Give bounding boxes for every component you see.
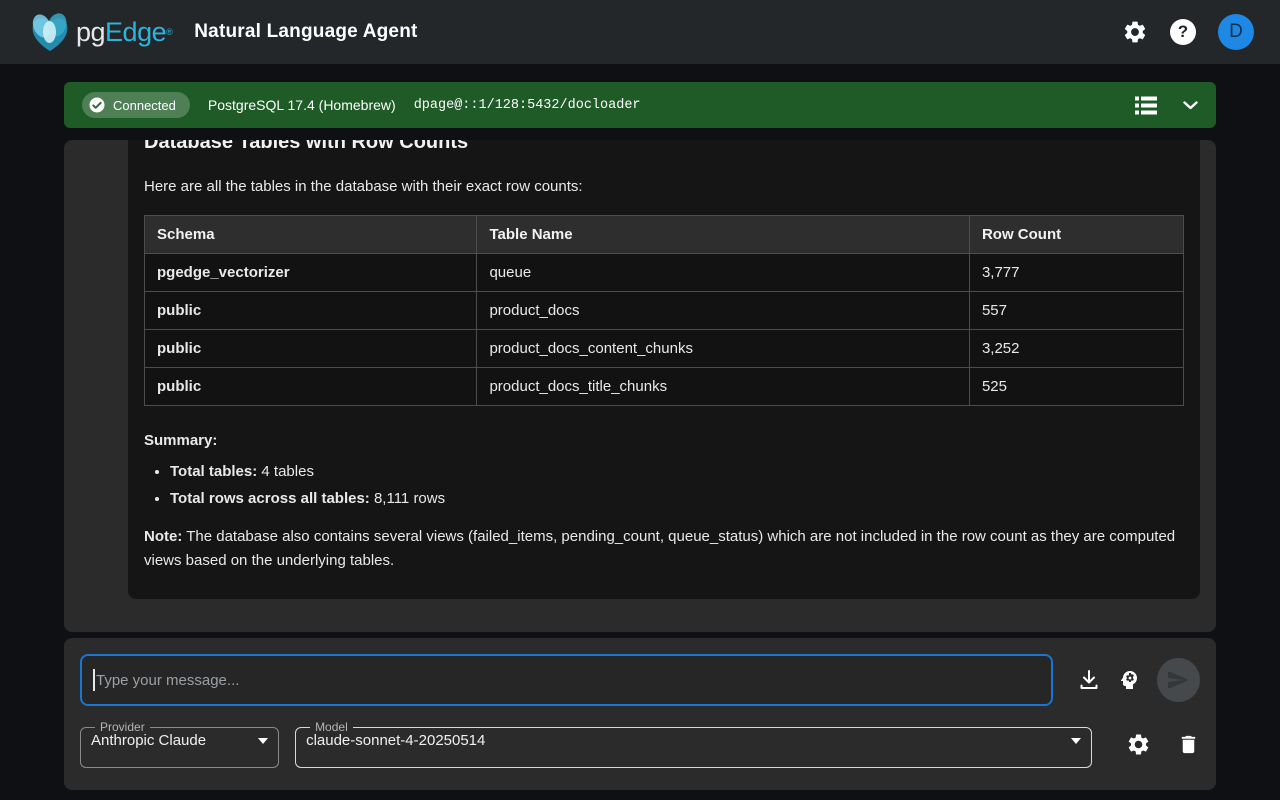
cell-table-name: queue — [477, 254, 969, 292]
message-intro: Here are all the tables in the database … — [144, 178, 1184, 195]
table-row: public product_docs 557 — [145, 292, 1184, 330]
composer-panel: Provider Anthropic Claude Model claude-s… — [64, 638, 1216, 790]
connection-string: dpage@::1/128:5432/docloader — [414, 98, 641, 113]
cell-table-name: product_docs_title_chunks — [477, 368, 969, 406]
cell-table-name: product_docs — [477, 292, 969, 330]
note-label: Note: — [144, 528, 182, 545]
logo-text-edge: Edge — [105, 17, 166, 47]
column-header-row-count: Row Count — [969, 216, 1183, 254]
cell-schema: public — [145, 292, 477, 330]
bullet-value: 4 tables — [257, 463, 314, 480]
cell-row-count: 3,252 — [969, 330, 1183, 368]
cell-row-count: 525 — [969, 368, 1183, 406]
table-row: public product_docs_title_chunks 525 — [145, 368, 1184, 406]
ai-thinking-button[interactable] — [1117, 668, 1141, 692]
trash-icon — [1177, 733, 1200, 756]
cell-row-count: 557 — [969, 292, 1183, 330]
message-heading: Database Tables with Row Counts — [144, 140, 1184, 154]
settings-button[interactable] — [1122, 19, 1148, 45]
summary-list: Total tables: 4 tables Total rows across… — [170, 463, 1184, 507]
cell-schema: public — [145, 368, 477, 406]
bullet-label: Total tables: — [170, 463, 257, 480]
provider-select[interactable]: Provider Anthropic Claude — [80, 720, 279, 768]
note-text: The database also contains several views… — [144, 528, 1175, 569]
server-version-label: PostgreSQL 17.4 (Homebrew) — [208, 97, 396, 113]
dropdown-arrow-icon — [1071, 738, 1081, 744]
help-icon: ? — [1170, 19, 1196, 45]
status-label: Connected — [113, 98, 176, 113]
row-counts-table: Schema Table Name Row Count pgedge_vecto… — [144, 215, 1184, 406]
chevron-down-icon — [1183, 101, 1198, 110]
connection-expand-button[interactable] — [1183, 101, 1198, 110]
cell-schema: pgedge_vectorizer — [145, 254, 477, 292]
text-caret — [93, 669, 95, 691]
summary-label: Summary: — [144, 432, 1184, 449]
help-button[interactable]: ? — [1170, 19, 1196, 45]
model-settings-button[interactable] — [1126, 732, 1151, 757]
logo-registered-mark: ® — [166, 27, 172, 37]
message-input[interactable] — [80, 654, 1053, 706]
clear-chat-button[interactable] — [1177, 733, 1200, 756]
note-paragraph: Note: The database also contains several… — [144, 525, 1184, 573]
table-row: pgedge_vectorizer queue 3,777 — [145, 254, 1184, 292]
provider-value: Anthropic Claude — [91, 732, 206, 749]
logo-text-pg: pg — [76, 17, 105, 47]
download-icon — [1077, 668, 1101, 692]
pgedge-logo: pgEdge® — [26, 10, 172, 54]
cell-schema: public — [145, 330, 477, 368]
gear-icon — [1126, 732, 1151, 757]
assistant-message: Database Tables with Row Counts Here are… — [128, 140, 1200, 599]
page-title: Natural Language Agent — [194, 21, 417, 43]
avatar: D — [1218, 14, 1254, 50]
app-header: pgEdge® Natural Language Agent ? D — [0, 0, 1280, 64]
chat-scroll-area[interactable]: Database Tables with Row Counts Here are… — [64, 140, 1216, 632]
cell-row-count: 3,777 — [969, 254, 1183, 292]
column-header-schema: Schema — [145, 216, 477, 254]
psychology-icon — [1117, 668, 1141, 692]
send-icon — [1166, 668, 1190, 692]
table-row: public product_docs_content_chunks 3,252 — [145, 330, 1184, 368]
connection-bar: Connected PostgreSQL 17.4 (Homebrew) dpa… — [64, 82, 1216, 128]
model-select[interactable]: Model claude-sonnet-4-20250514 — [295, 720, 1092, 768]
dropdown-arrow-icon — [258, 738, 268, 744]
model-value: claude-sonnet-4-20250514 — [306, 732, 485, 749]
bullet-value: 8,111 rows — [370, 490, 445, 507]
list-item: Total rows across all tables: 8,111 rows — [170, 490, 1184, 507]
connection-list-button[interactable] — [1135, 96, 1157, 115]
list-item: Total tables: 4 tables — [170, 463, 1184, 480]
server-list-icon — [1135, 96, 1157, 115]
download-button[interactable] — [1077, 668, 1101, 692]
send-button[interactable] — [1157, 658, 1200, 702]
column-header-table-name: Table Name — [477, 216, 969, 254]
status-badge: Connected — [82, 92, 190, 118]
cell-table-name: product_docs_content_chunks — [477, 330, 969, 368]
pgedge-logo-icon — [26, 10, 74, 54]
bullet-label: Total rows across all tables: — [170, 490, 370, 507]
user-menu-button[interactable]: D — [1218, 14, 1254, 50]
check-circle-icon — [88, 96, 106, 114]
gear-icon — [1122, 19, 1148, 45]
table-header-row: Schema Table Name Row Count — [145, 216, 1184, 254]
